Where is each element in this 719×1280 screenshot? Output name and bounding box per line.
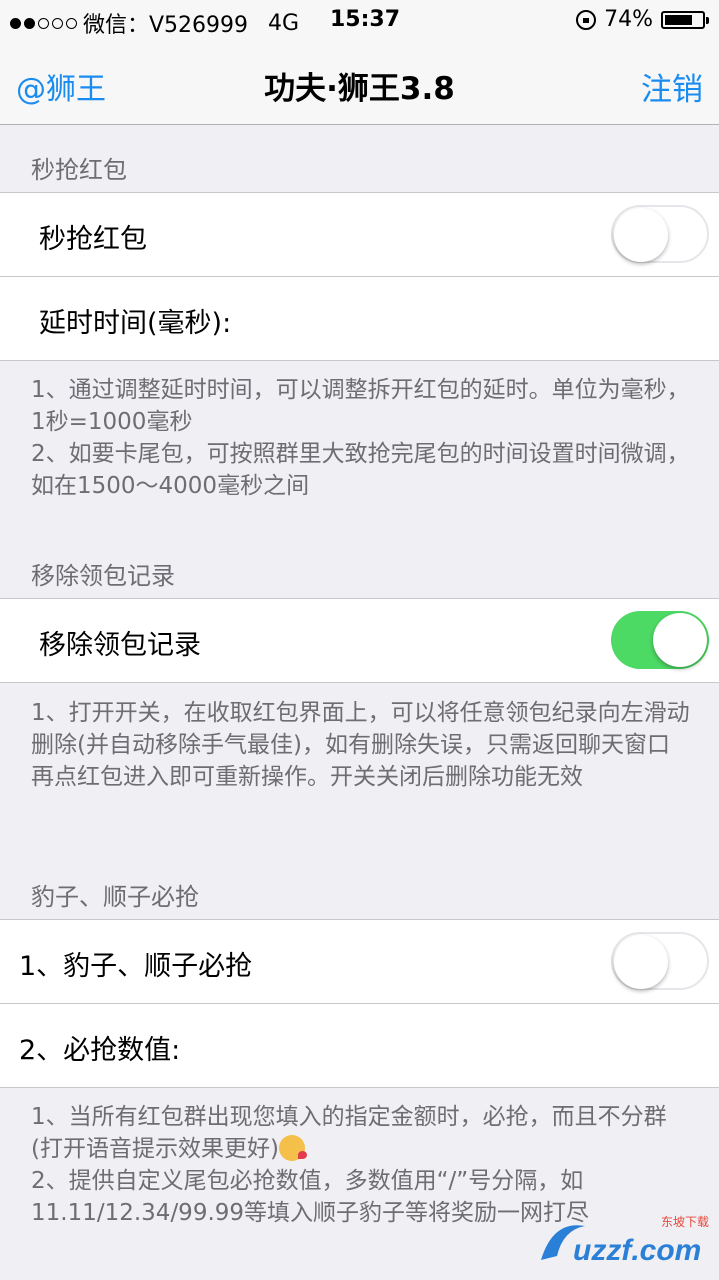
status-bar: 微信：V526999 4G 15:37 74% — [0, 0, 719, 40]
signal-strength-icon — [10, 17, 77, 29]
section-header-grab: 秒抢红包 — [31, 156, 127, 184]
section-header-must-grab: 豹子、顺子必抢 — [31, 883, 199, 911]
setting-label: 延时时间(毫秒): — [39, 308, 232, 339]
logout-button[interactable]: 注销 — [641, 64, 703, 109]
instant-grab-toggle[interactable] — [611, 205, 709, 263]
setting-row-must-grab-values[interactable]: 2、必抢数值: — [0, 1003, 719, 1087]
section-header-remove: 移除领包记录 — [31, 562, 175, 590]
footer-note: 2、如要卡尾包，可按照群里大致抢完尾包的时间设置时间微调，如在1500～4000… — [31, 441, 690, 499]
setting-label: 移除领包记录 — [39, 630, 201, 661]
footer-note: 1、当所有红包群出现您填入的指定金额时，必抢，而且不分群(打开语音提示效果更好) — [31, 1101, 691, 1165]
footer-note: 1、通过调整延时时间，可以调整拆开红包的延时。单位为毫秒，1秒=1000毫秒 — [31, 377, 690, 435]
must-grab-toggle[interactable] — [611, 932, 709, 990]
network-type: 4G — [268, 10, 300, 36]
setting-label: 1、豹子、顺子必抢 — [19, 951, 253, 982]
settings-group-remove: 移除领包记录 — [0, 598, 719, 683]
toggle-knob — [614, 208, 668, 262]
watermark-text: uzzf.com — [573, 1234, 701, 1267]
toggle-knob — [614, 935, 668, 989]
setting-label: 2、必抢数值: — [19, 1035, 181, 1066]
status-time: 15:37 — [330, 7, 401, 32]
footer-note-text: 1、当所有红包群出现您填入的指定金额时，必抢，而且不分群(打开语音提示效果更好) — [31, 1104, 667, 1162]
setting-row-remove-record: 移除领包记录 — [0, 599, 719, 682]
carrier-name: 微信：V526999 — [83, 13, 249, 38]
watermark-logo: uzzf.com 东坡下载 — [541, 1215, 709, 1267]
settings-group-must-grab: 1、豹子、顺子必抢 2、必抢数值: — [0, 919, 719, 1088]
setting-row-must-grab: 1、豹子、顺子必抢 — [0, 920, 719, 1003]
setting-label: 秒抢红包 — [39, 224, 147, 255]
footer-note: 1、打开开关，在收取红包界面上，可以将任意领包纪录向左滑动删除(并自动移除手气最… — [31, 700, 690, 790]
setting-row-delay[interactable]: 延时时间(毫秒): — [0, 276, 719, 360]
navigation-bar: @狮王 功夫·狮王3.8 注销 — [0, 40, 719, 125]
section-footer-grab: 1、通过调整延时时间，可以调整拆开红包的延时。单位为毫秒，1秒=1000毫秒 2… — [31, 374, 691, 502]
toggle-knob — [653, 613, 707, 667]
remove-record-toggle[interactable] — [611, 611, 709, 669]
watermark-subtext: 东坡下载 — [661, 1215, 709, 1229]
rotation-lock-icon — [576, 9, 597, 30]
section-footer-remove: 1、打开开关，在收取红包界面上，可以将任意领包纪录向左滑动删除(并自动移除手气最… — [31, 697, 691, 793]
battery-percent: 74% — [604, 7, 653, 32]
status-left: 微信：V526999 4G — [10, 7, 299, 39]
settings-group-grab: 秒抢红包 延时时间(毫秒): — [0, 192, 719, 361]
battery-icon — [661, 10, 709, 29]
page-title: 功夫·狮王3.8 — [264, 71, 455, 107]
kiss-emoji-icon — [278, 1135, 307, 1161]
status-right: 74% — [576, 7, 709, 32]
setting-row-instant-grab: 秒抢红包 — [0, 193, 719, 276]
